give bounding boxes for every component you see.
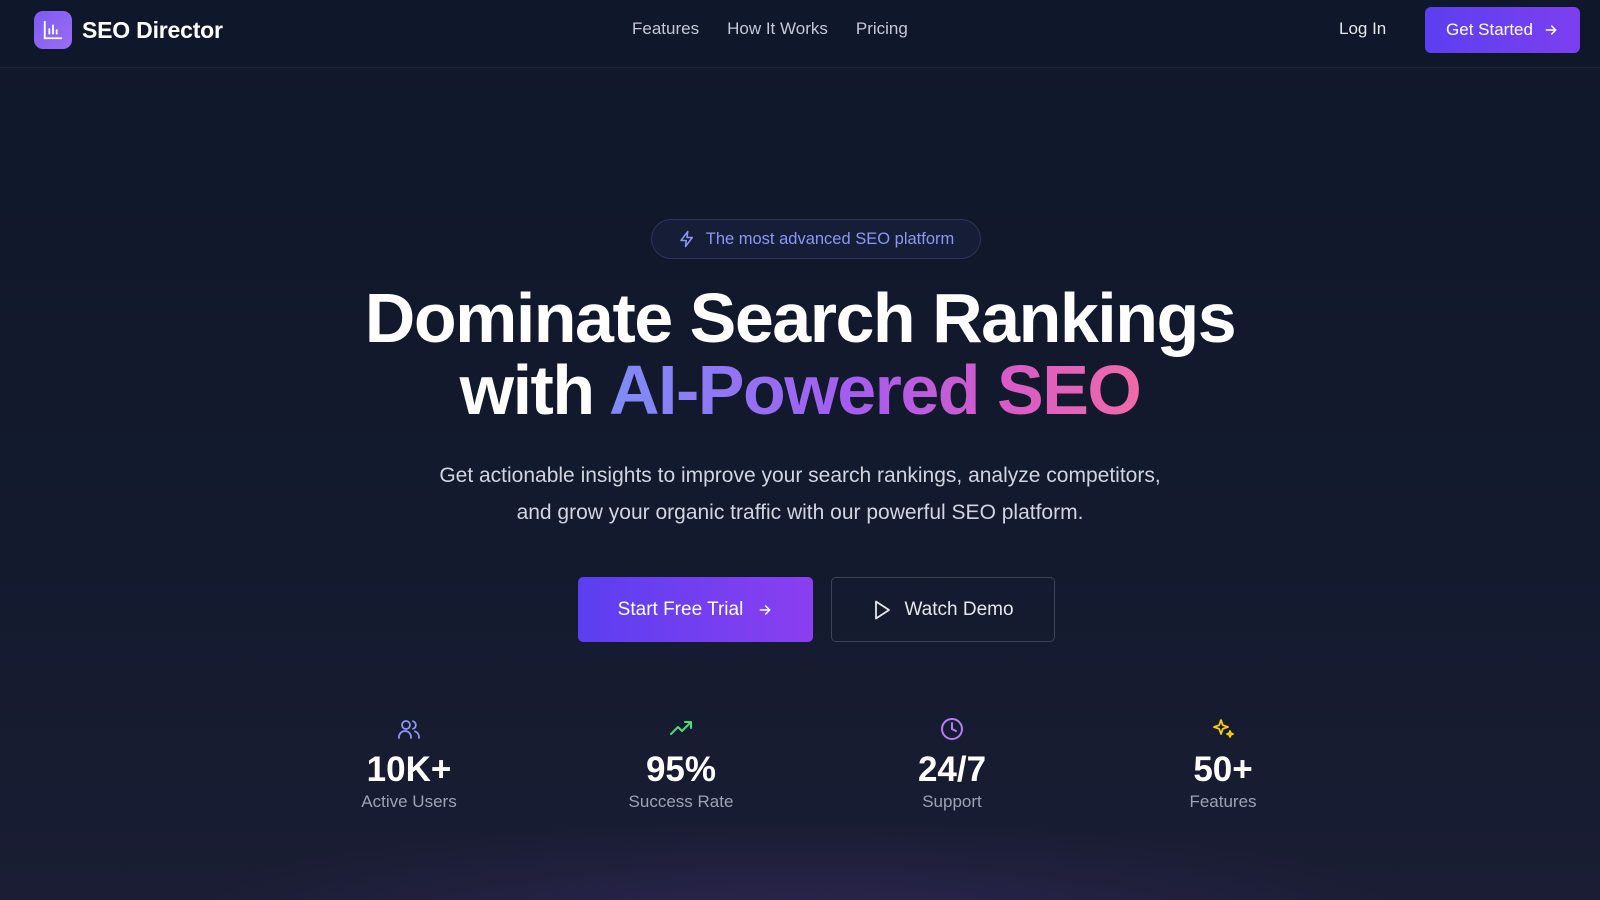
stat-active-users: 10K+ Active Users — [309, 716, 509, 812]
badge-text: The most advanced SEO platform — [705, 229, 955, 248]
stat-value: 95% — [645, 750, 717, 789]
arrow-right-icon — [759, 604, 771, 615]
get-started-label: Get Started — [1446, 20, 1533, 39]
stat-label: Support — [922, 792, 982, 811]
play-icon — [875, 600, 891, 619]
brand[interactable]: SEO Director — [34, 11, 223, 49]
bar-chart-logo-icon — [34, 11, 72, 49]
headline-line-1: Dominate Search Rankings — [364, 279, 1237, 357]
trending-up-icon — [581, 716, 781, 742]
stat-label: Success Rate — [628, 792, 734, 811]
headline-highlight: AI-Powered SEO — [608, 351, 1142, 429]
start-free-trial-label: Start Free Trial — [617, 598, 744, 620]
landing-page: SEO Director Features How It Works Prici… — [0, 0, 1600, 900]
sparkles-icon — [1123, 716, 1323, 742]
nav-link-pricing[interactable]: Pricing — [856, 19, 908, 39]
hero-subtitle: Get actionable insights to improve your … — [0, 457, 1600, 531]
brand-name: SEO Director — [82, 16, 223, 43]
stat-support: 24/7 Support — [852, 716, 1052, 812]
stat-success-rate: 95% Success Rate — [581, 716, 781, 812]
stat-value: 10K+ — [366, 750, 452, 789]
users-icon — [309, 716, 509, 742]
lightning-icon — [679, 230, 693, 248]
nav-link-features[interactable]: Features — [632, 19, 699, 39]
get-started-button[interactable]: Get Started — [1425, 7, 1580, 53]
hero-headline: Dominate Search Rankings with AI-Powered… — [0, 282, 1600, 426]
nav-link-how-it-works[interactable]: How It Works — [727, 19, 828, 39]
stat-label: Features — [1189, 792, 1257, 811]
arrow-right-icon — [1545, 25, 1557, 35]
stat-features: 50+ Features — [1123, 716, 1323, 812]
stat-label: Active Users — [361, 792, 457, 811]
watch-demo-label: Watch Demo — [904, 598, 1014, 620]
start-free-trial-button[interactable]: Start Free Trial — [578, 577, 813, 642]
nav-links: Features How It Works Pricing — [632, 19, 936, 39]
subtitle-line-2: and grow your organic traffic with our p… — [516, 501, 1084, 524]
subtitle-line-1: Get actionable insights to improve your … — [439, 464, 1161, 487]
watch-demo-button[interactable]: Watch Demo — [831, 577, 1055, 642]
top-navbar: SEO Director Features How It Works Prici… — [0, 0, 1600, 68]
headline-with: with — [459, 351, 609, 429]
stat-value: 24/7 — [917, 750, 987, 789]
login-link[interactable]: Log In — [1339, 19, 1386, 39]
hero-badge: The most advanced SEO platform — [651, 219, 981, 259]
clock-icon — [852, 716, 1052, 742]
stat-value: 50+ — [1193, 750, 1253, 789]
